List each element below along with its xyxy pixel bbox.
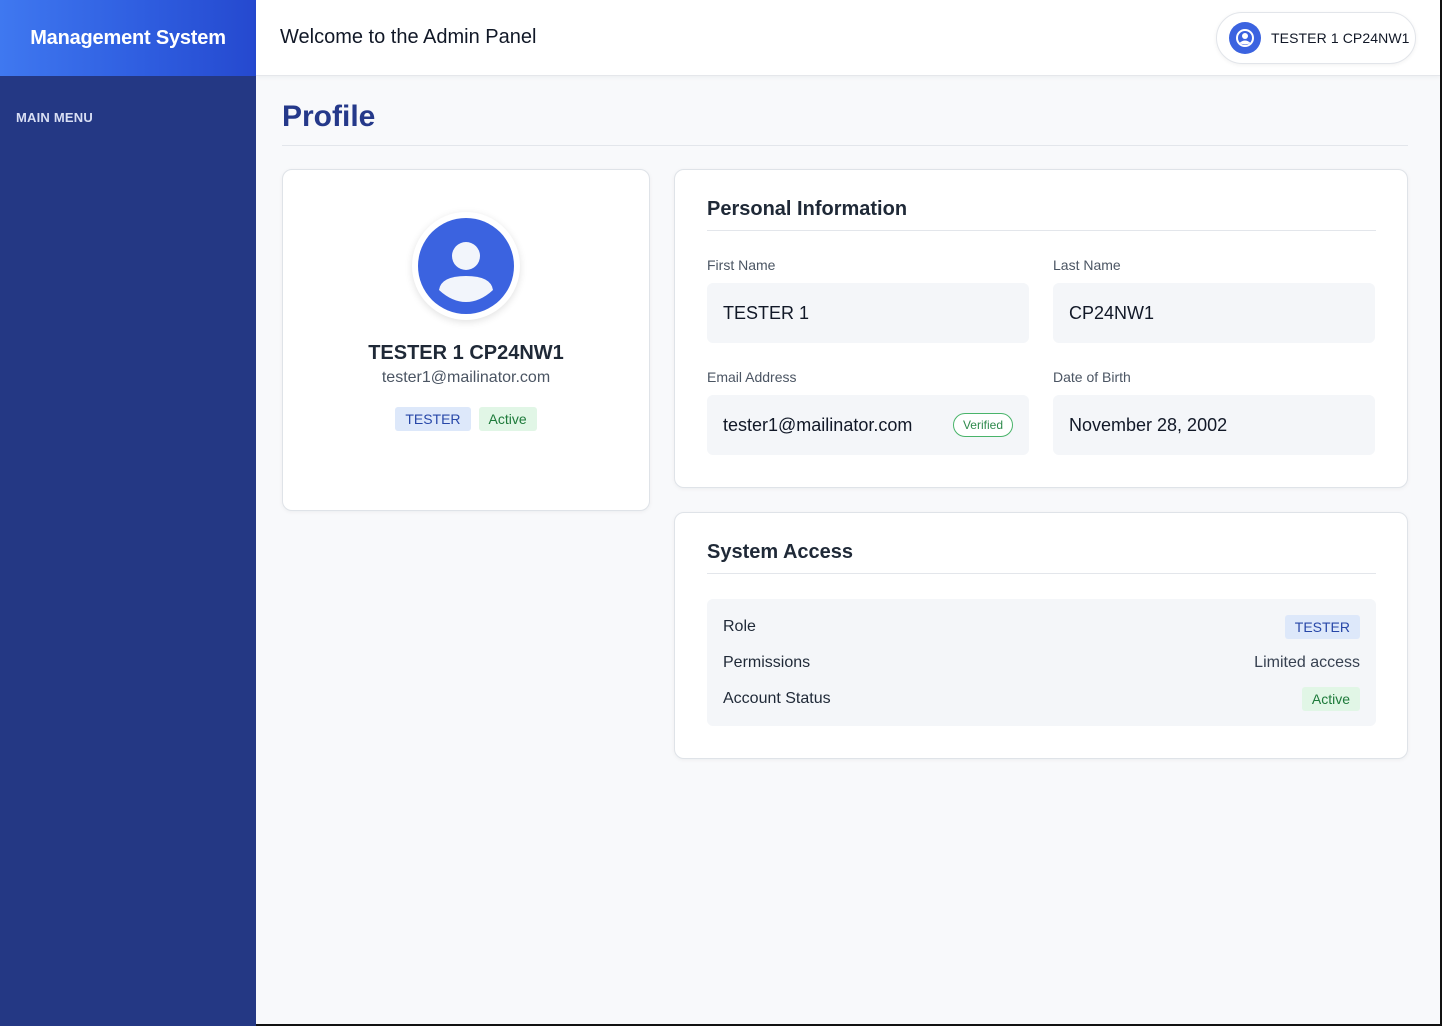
role-badge: TESTER — [1284, 615, 1360, 639]
user-name: TESTER 1 CP24NW1 — [1271, 30, 1410, 46]
profile-email: tester1@mailinator.com — [381, 369, 551, 386]
email-value: tester1@mailinator.com — [723, 414, 913, 435]
dob-label: Date of Birth — [1053, 369, 1131, 385]
system-access-card: System Access Role TESTER Permissions Li… — [674, 512, 1408, 759]
system-access-title: System Access — [707, 541, 854, 563]
section-divider — [707, 230, 1376, 231]
first-name-label: First Name — [707, 257, 776, 273]
last-name-field: CP24NW1 — [1053, 283, 1375, 343]
first-name-value: TESTER 1 — [723, 302, 810, 323]
profile-badges: TESTER Active — [283, 407, 649, 431]
permissions-label: Permissions — [723, 654, 811, 671]
personal-information-title: Personal Information — [707, 198, 908, 220]
last-name-value: CP24NW1 — [1069, 302, 1155, 323]
title-divider — [282, 145, 1408, 146]
sidebar: Management System MAIN MENU — [0, 0, 256, 1026]
permissions-value: Limited access — [1254, 654, 1360, 671]
verified-badge: Verified — [952, 413, 1013, 437]
role-label: Role — [723, 618, 756, 635]
status-badge: Active — [478, 407, 537, 431]
dob-value: November 28, 2002 — [1069, 414, 1228, 435]
profile-avatar — [412, 212, 520, 320]
welcome-text: Welcome to the Admin Panel — [280, 26, 537, 48]
section-divider — [707, 573, 1376, 574]
main-menu-label: MAIN MENU — [16, 110, 93, 125]
user-avatar-icon — [418, 218, 514, 314]
page-title: Profile — [282, 100, 376, 133]
user-menu-button[interactable]: TESTER 1 CP24NW1 — [1216, 12, 1416, 64]
personal-information-card: Personal Information First Name TESTER 1… — [674, 169, 1408, 488]
account-status-row: Account Status Active — [723, 687, 1360, 711]
email-field: tester1@mailinator.com Verified — [707, 395, 1029, 455]
top-header: Welcome to the Admin Panel TESTER 1 CP24… — [256, 0, 1440, 76]
permissions-row: Permissions Limited access — [723, 651, 1360, 675]
account-status-label: Account Status — [723, 690, 831, 707]
user-avatar-icon — [1229, 22, 1261, 54]
profile-name: TESTER 1 CP24NW1 — [368, 342, 564, 364]
last-name-label: Last Name — [1053, 257, 1121, 273]
email-label: Email Address — [707, 369, 797, 385]
first-name-field: TESTER 1 — [707, 283, 1029, 343]
role-row: Role TESTER — [723, 615, 1360, 639]
brand-title[interactable]: Management System — [0, 0, 256, 76]
access-details: Role TESTER Permissions Limited access A… — [707, 599, 1376, 726]
profile-summary-card: TESTER 1 CP24NW1 tester1@mailinator.com … — [282, 169, 650, 511]
role-badge: TESTER — [395, 407, 471, 431]
account-status-badge: Active — [1301, 687, 1360, 711]
dob-field: November 28, 2002 — [1053, 395, 1375, 455]
